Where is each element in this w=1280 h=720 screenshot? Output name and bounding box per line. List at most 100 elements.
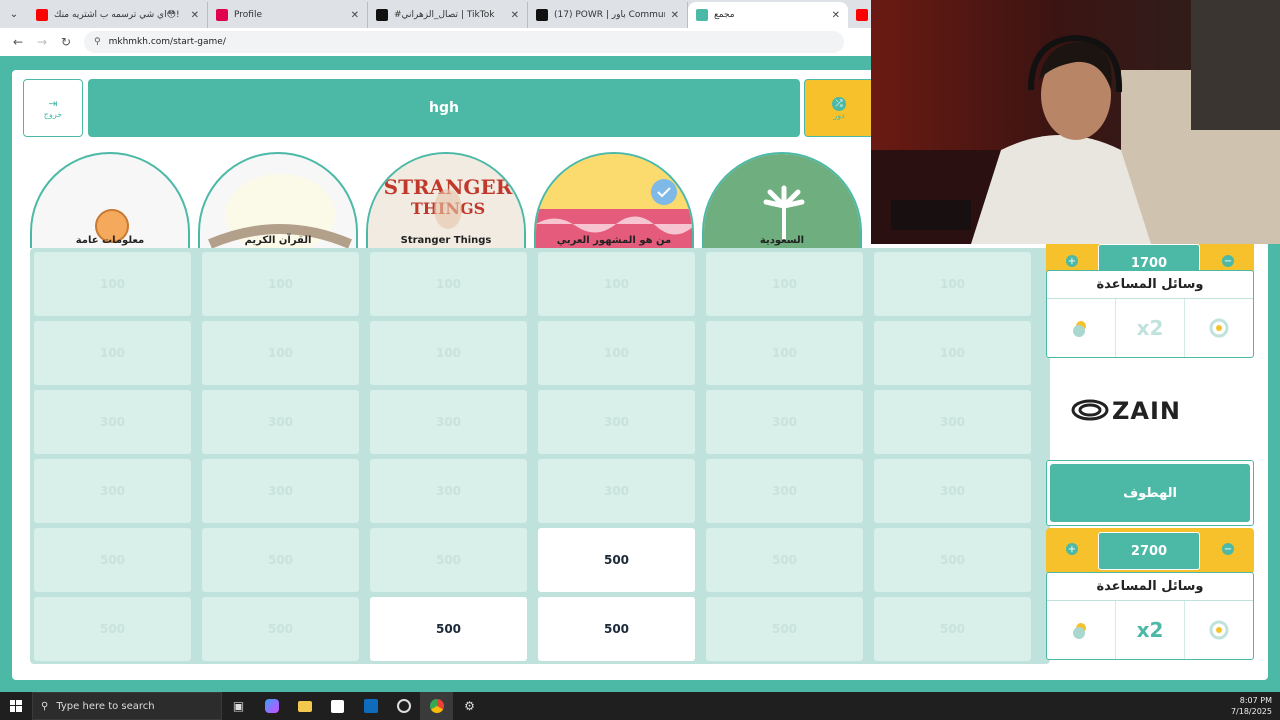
tab-close-icon[interactable]: ✕	[191, 10, 199, 21]
category-image	[536, 154, 692, 248]
question-cell[interactable]: 100	[874, 321, 1031, 385]
question-cell[interactable]: 300	[538, 459, 695, 523]
question-cell[interactable]: 300	[874, 459, 1031, 523]
chrome-icon[interactable]	[420, 692, 453, 720]
exit-icon: ⇥	[48, 97, 58, 110]
tab-close-icon[interactable]: ✕	[351, 10, 359, 21]
clock-date: 7/18/2025	[1230, 707, 1272, 716]
question-cell[interactable]: 300	[370, 390, 527, 454]
file-explorer-icon[interactable]	[288, 692, 321, 720]
clock-time: 8:07 PM	[1239, 696, 1272, 705]
question-cell[interactable]: 500	[34, 528, 191, 592]
browser-tab[interactable]: #تصال_الزهراني | TikTok ✕	[368, 2, 528, 28]
tab-favicon-icon	[36, 9, 48, 21]
question-cell[interactable]: 500	[538, 528, 695, 592]
team2-score: 2700	[1098, 532, 1200, 570]
question-cell[interactable]: 300	[538, 390, 695, 454]
question-cell[interactable]: 500	[202, 597, 359, 661]
tab-favicon-icon	[536, 9, 548, 21]
tab-favicon-icon	[856, 9, 868, 21]
copilot-icon[interactable]	[255, 692, 288, 720]
question-cell[interactable]: 500	[874, 528, 1031, 592]
exit-button[interactable]: ⇥ خروج	[23, 79, 83, 137]
forward-button[interactable]: →	[30, 30, 54, 54]
question-cell[interactable]: 300	[706, 459, 863, 523]
question-cell[interactable]: 100	[370, 252, 527, 316]
question-cell[interactable]: 100	[34, 252, 191, 316]
timer-icon[interactable]	[1184, 601, 1253, 659]
reload-button[interactable]: ↻	[54, 30, 78, 54]
question-cell[interactable]: 500	[34, 597, 191, 661]
browser-tab[interactable]: (17) POWR | باور Community / X ✕	[528, 2, 688, 28]
question-cell[interactable]: 100	[370, 321, 527, 385]
outlook-icon[interactable]	[354, 692, 387, 720]
team2-name: الهطوف	[1050, 464, 1250, 522]
question-cell[interactable]: 500	[706, 528, 863, 592]
question-cell[interactable]: 100	[538, 321, 695, 385]
question-cell[interactable]: 300	[34, 459, 191, 523]
question-cell[interactable]: 500	[370, 597, 527, 661]
site-info-icon[interactable]: ⚲	[94, 37, 101, 47]
question-cell[interactable]: 300	[370, 459, 527, 523]
category-card: من هو المشهور العربي	[534, 152, 694, 248]
tab-close-icon[interactable]: ✕	[511, 10, 519, 21]
tab-close-icon[interactable]: ✕	[671, 10, 679, 21]
system-clock[interactable]: 8:07 PM 7/18/2025	[1231, 695, 1272, 717]
back-button[interactable]: ←	[6, 30, 30, 54]
help-title: وسائل المساعدة	[1047, 573, 1253, 601]
question-cell[interactable]: 100	[706, 321, 863, 385]
taskbar-search-box[interactable]: ⚲ Type here to search	[32, 692, 222, 720]
turn-label: دور	[833, 110, 845, 120]
question-cell[interactable]: 500	[202, 528, 359, 592]
category-image	[32, 154, 188, 248]
browser-tab[interactable]: اي شي ترسمه ب اشتريه منك😳! ✕	[28, 2, 208, 28]
tab-close-icon[interactable]: ✕	[832, 10, 840, 21]
obs-icon[interactable]	[387, 692, 420, 720]
question-cell[interactable]: 500	[538, 597, 695, 661]
question-cell[interactable]: 100	[34, 321, 191, 385]
category-card: السعودية	[702, 152, 862, 248]
question-cell[interactable]: 100	[874, 252, 1031, 316]
team1-plus-button[interactable]: +	[1066, 255, 1078, 267]
tab-title: (17) POWR | باور Community / X	[554, 10, 665, 20]
double-points-button[interactable]: x2	[1115, 299, 1184, 357]
timer-icon[interactable]	[1184, 299, 1253, 357]
question-cell[interactable]: 300	[706, 390, 863, 454]
category-name: القرآن الكريم	[244, 235, 312, 246]
address-bar[interactable]: ⚲ mkhmkh.com/start-game/	[84, 31, 844, 53]
tab-favicon-icon	[376, 9, 388, 21]
team2-minus-button[interactable]: −	[1222, 543, 1234, 555]
browser-tab[interactable]: Profile ✕	[208, 2, 368, 28]
category-name: معلومات عامة	[75, 235, 145, 246]
question-cell[interactable]: 300	[202, 390, 359, 454]
question-cell[interactable]: 100	[538, 252, 695, 316]
browser-tab[interactable]: مجمع ✕	[688, 2, 848, 28]
call-friend-icon[interactable]	[1047, 601, 1115, 659]
question-grid: 100 100 100 100 100 100 100 100 100 100 100 100 300 3…	[30, 248, 1050, 664]
team1-minus-button[interactable]: −	[1222, 255, 1234, 267]
exit-label: خروج	[43, 110, 63, 119]
sponsor-text: ZAIN	[1112, 397, 1181, 425]
start-button[interactable]	[0, 692, 32, 720]
question-cell[interactable]: 500	[706, 597, 863, 661]
team1-help-tools: وسائل المساعدة x2	[1046, 270, 1254, 358]
question-cell[interactable]: 500	[370, 528, 527, 592]
settings-gear-icon[interactable]: ⚙	[453, 692, 486, 720]
task-view-icon[interactable]: ▣	[222, 692, 255, 720]
question-cell[interactable]: 500	[874, 597, 1031, 661]
question-cell[interactable]: 100	[706, 252, 863, 316]
team2-name-card: الهطوف	[1046, 460, 1254, 526]
question-cell[interactable]: 300	[34, 390, 191, 454]
category-card: القرآن الكريم	[198, 152, 358, 248]
call-friend-icon[interactable]	[1047, 299, 1115, 357]
turn-button[interactable]: ⤮ دور	[804, 79, 874, 137]
question-cell[interactable]: 300	[202, 459, 359, 523]
question-cell[interactable]: 100	[202, 252, 359, 316]
team2-plus-button[interactable]: +	[1066, 543, 1078, 555]
tab-search-button[interactable]: ⌄	[0, 0, 28, 28]
double-points-button[interactable]: x2	[1115, 601, 1184, 659]
tab-title: #تصال_الزهراني | TikTok	[394, 10, 495, 20]
question-cell[interactable]: 300	[874, 390, 1031, 454]
store-icon[interactable]	[321, 692, 354, 720]
question-cell[interactable]: 100	[202, 321, 359, 385]
